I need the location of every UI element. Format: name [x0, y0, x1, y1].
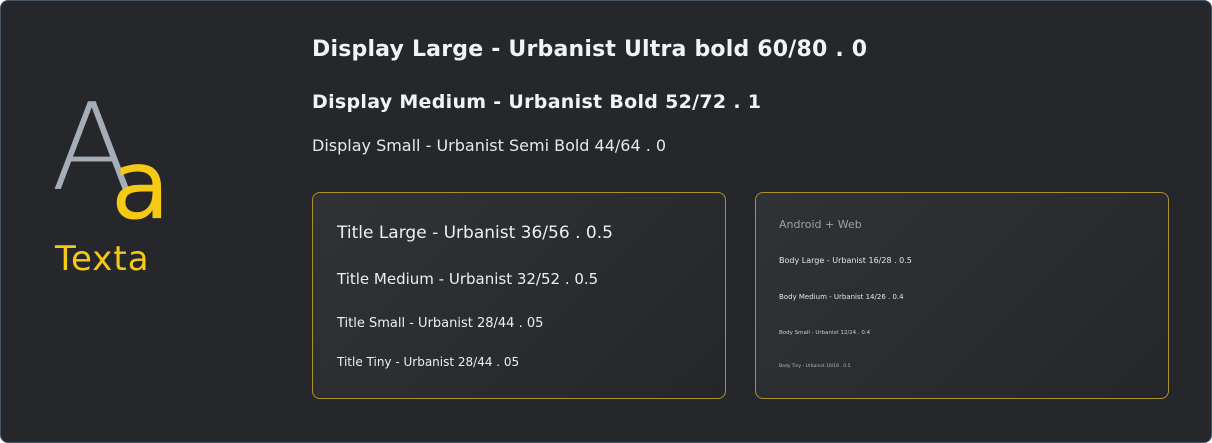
display-medium-sample: Display Medium - Urbanist Bold 52/72 . 1: [312, 91, 762, 113]
title-small-sample: Title Small - Urbanist 28/44 . 05: [337, 316, 544, 331]
body-small-sample: Body Small - Urbanist 12/24 . 0.4: [779, 330, 871, 336]
texta-logo: A a Texta: [51, 89, 181, 280]
body-tiny-sample: Body Tiny - Urbanist 10/18 . 0.5: [779, 364, 851, 369]
title-medium-sample: Title Medium - Urbanist 32/52 . 0.5: [337, 270, 599, 288]
display-small-sample: Display Small - Urbanist Semi Bold 44/64…: [312, 136, 667, 155]
body-medium-sample: Body Medium - Urbanist 14/26 . 0.4: [779, 293, 904, 301]
logo-wordmark: Texta: [55, 239, 150, 279]
typography-panel: A a Texta Display Large - Urbanist Ultra…: [0, 0, 1212, 443]
title-styles-card: Title Large - Urbanist 36/56 . 0.5 Title…: [312, 192, 726, 399]
display-large-sample: Display Large - Urbanist Ultra bold 60/8…: [312, 37, 868, 62]
body-styles-card: Android + Web Body Large - Urbanist 16/2…: [755, 192, 1169, 399]
title-large-sample: Title Large - Urbanist 36/56 . 0.5: [337, 223, 613, 243]
title-tiny-sample: Title Tiny - Urbanist 28/44 . 05: [337, 355, 520, 369]
logo-letter-lowercase: a: [111, 129, 170, 241]
platform-label: Android + Web: [779, 218, 862, 231]
body-large-sample: Body Large - Urbanist 16/28 . 0.5: [779, 256, 912, 265]
